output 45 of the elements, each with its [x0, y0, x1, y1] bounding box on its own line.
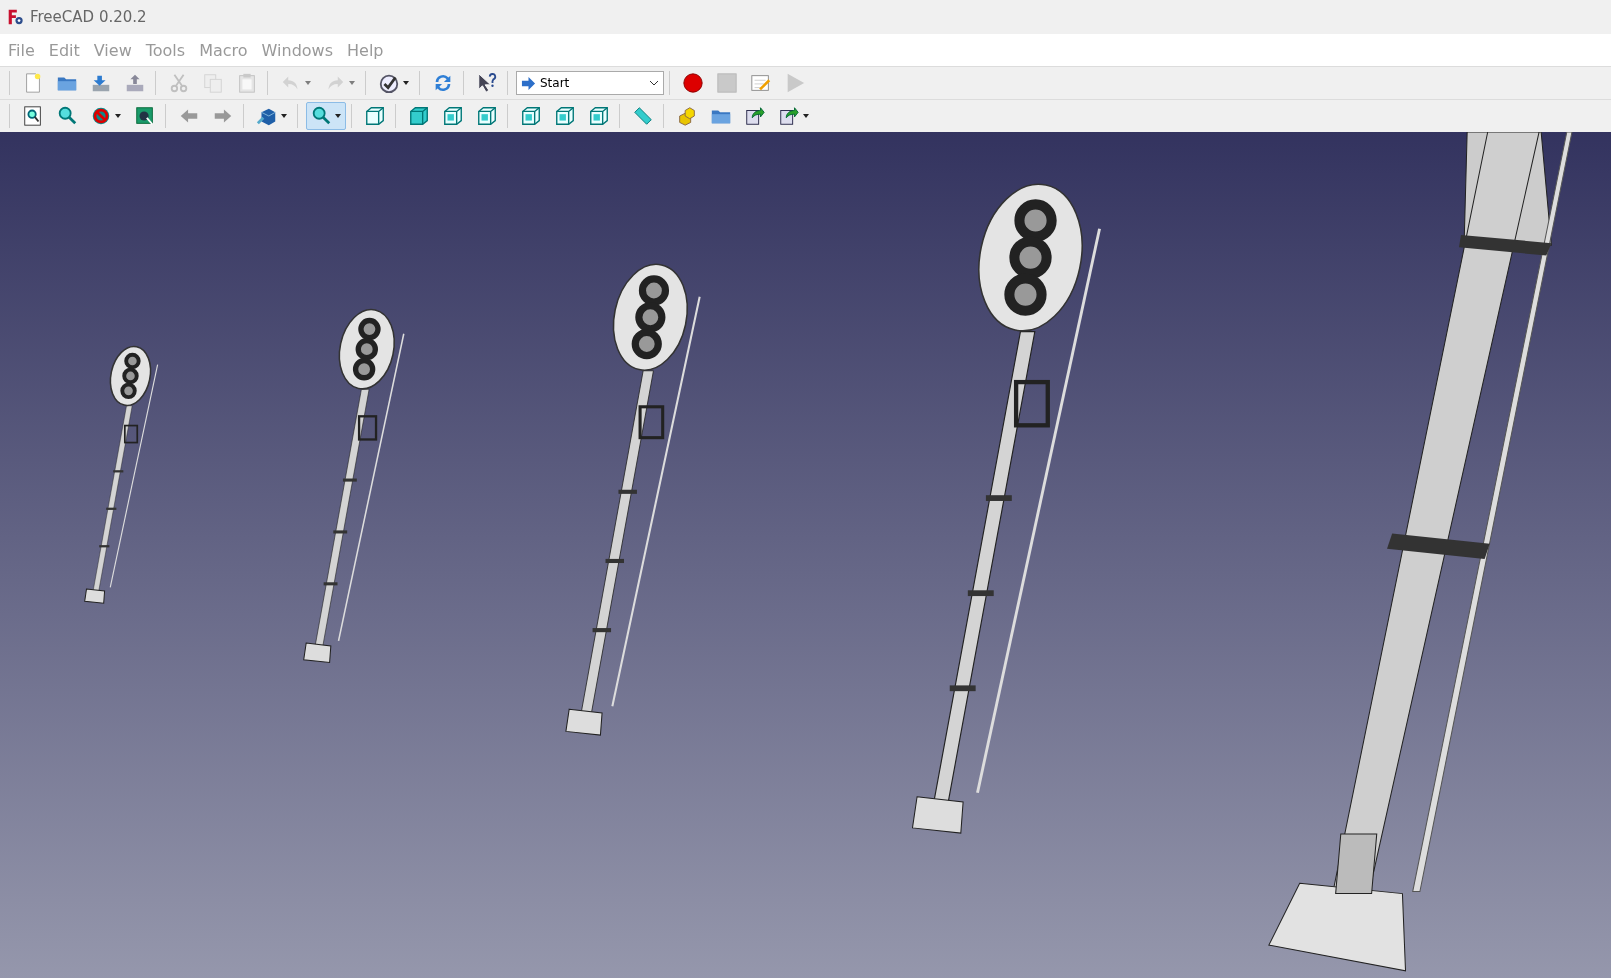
menu-item[interactable]: Edit — [42, 40, 86, 60]
menu-item[interactable]: Windows — [255, 40, 339, 60]
zoom-button[interactable] — [306, 102, 346, 130]
menu-item[interactable]: Macro — [193, 40, 254, 60]
cube-icon — [364, 105, 386, 127]
tray-upload-icon — [124, 72, 146, 94]
cube-front-icon — [408, 105, 430, 127]
caret-icon — [304, 79, 312, 87]
link-icon — [778, 105, 800, 127]
arrow-icon — [521, 75, 536, 91]
caret-icon — [402, 79, 410, 87]
chevron-down-icon — [649, 78, 659, 88]
workbench-dropdown[interactable]: Start — [516, 71, 664, 95]
checkmark-icon — [378, 72, 400, 94]
caret-icon — [802, 112, 810, 120]
cube-bottom-icon — [554, 105, 576, 127]
clipboard-icon — [236, 72, 258, 94]
menu-item[interactable]: View — [87, 40, 138, 60]
link-icon — [744, 105, 766, 127]
cube-top-icon — [442, 105, 464, 127]
fit-all-icon — [22, 105, 44, 127]
cube-rear-icon — [520, 105, 542, 127]
stop-icon — [716, 72, 738, 94]
caret-icon — [114, 112, 122, 120]
copy-icon — [202, 72, 224, 94]
magnifier-icon — [56, 105, 78, 127]
cube-left-icon — [588, 105, 610, 127]
bounding-box-icon — [134, 105, 156, 127]
caret-icon — [348, 79, 356, 87]
help-pointer-icon — [476, 72, 498, 94]
record-icon — [682, 72, 704, 94]
blocks-icon — [676, 105, 698, 127]
menu-item[interactable]: Help — [341, 40, 390, 60]
notepad-icon — [750, 72, 772, 94]
no-entry-icon — [90, 105, 112, 127]
caret-icon — [334, 112, 342, 120]
menu-item[interactable]: File — [2, 40, 41, 60]
ruler-icon — [632, 105, 654, 127]
menu-item[interactable]: Tools — [139, 40, 192, 60]
app-logo-icon — [6, 8, 24, 26]
zoom-icon — [310, 105, 332, 127]
cube-right-icon — [476, 105, 498, 127]
caret-icon — [280, 112, 288, 120]
window-title: FreeCAD 0.20.2 — [30, 8, 147, 26]
scissors-icon — [168, 72, 190, 94]
